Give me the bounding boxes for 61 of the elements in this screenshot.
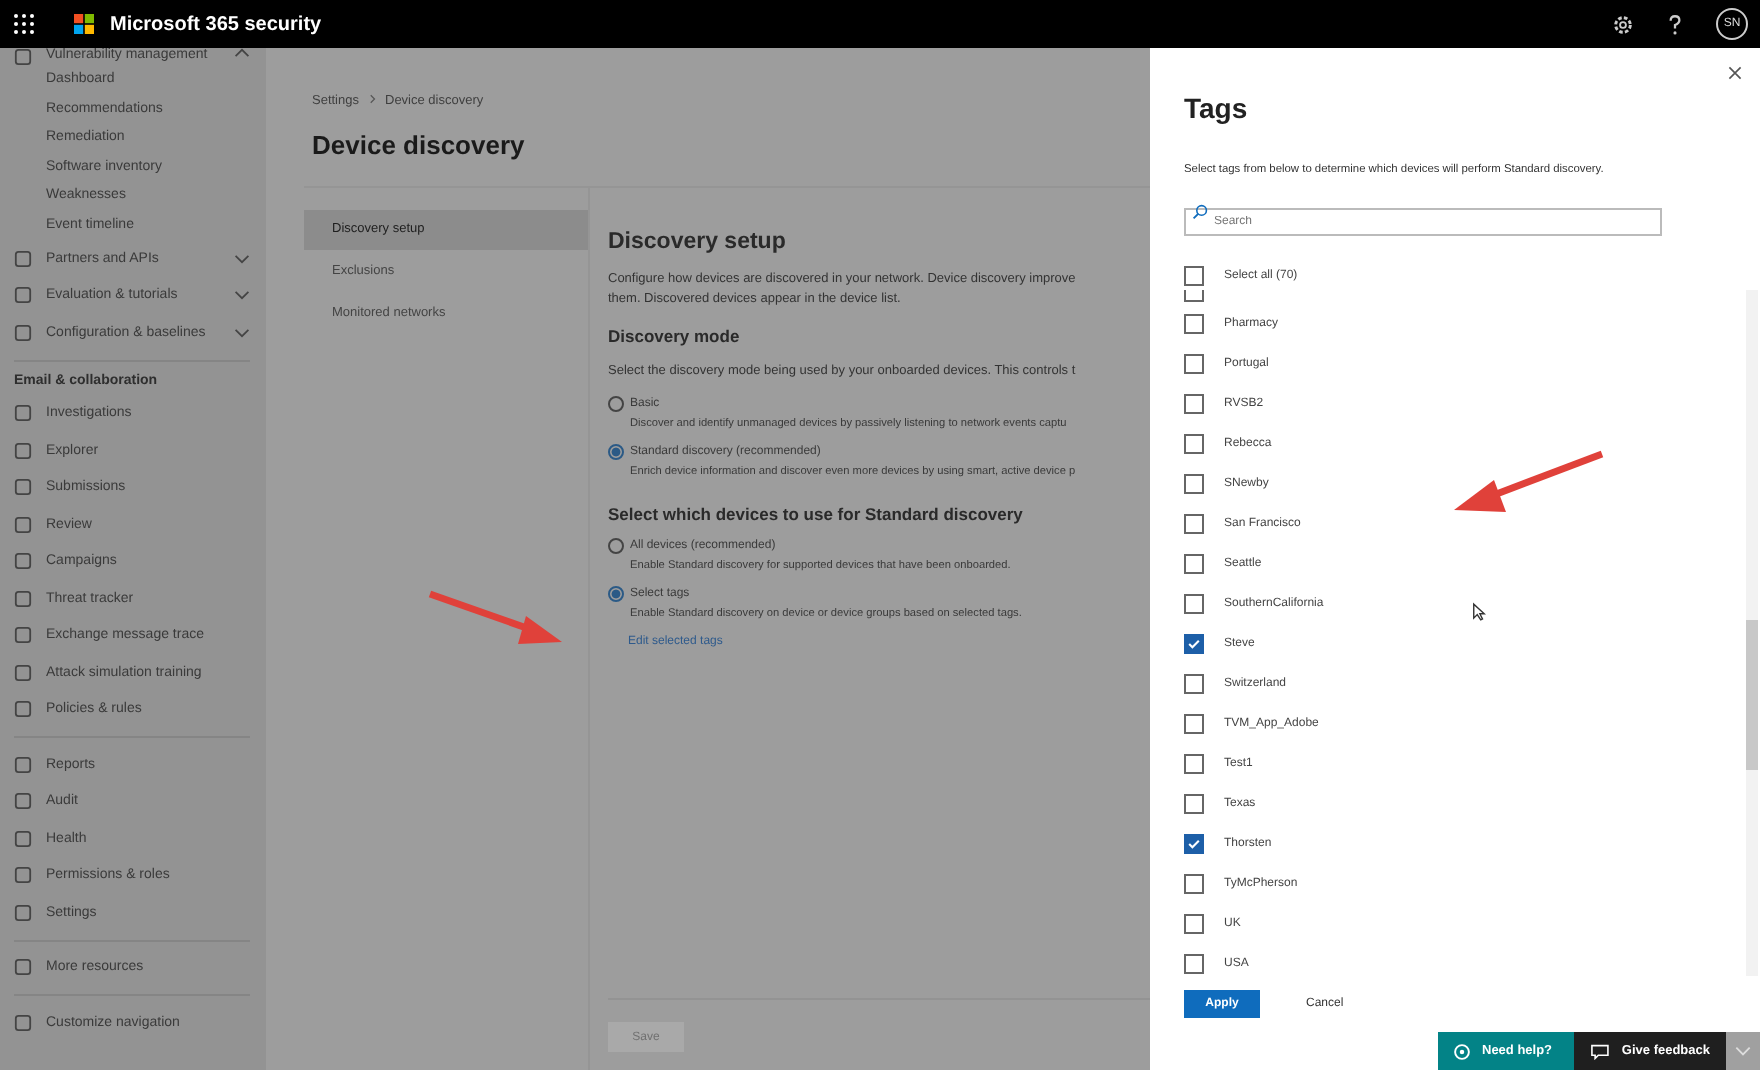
square-icon [14, 958, 32, 977]
square-icon [14, 903, 32, 922]
chat-bubble-icon [1590, 1043, 1610, 1059]
logo-icon [74, 14, 94, 34]
square-icon [14, 1013, 32, 1032]
checkbox[interactable] [1184, 434, 1204, 454]
checkbox[interactable] [1184, 594, 1204, 614]
checkbox[interactable] [1184, 514, 1204, 534]
checkbox[interactable] [1184, 554, 1204, 574]
section-title: Discovery setup [608, 230, 788, 254]
checkbox[interactable] [1184, 914, 1204, 934]
square-icon [14, 48, 32, 66]
square-icon [14, 441, 32, 460]
section-subtitle: Discovery mode [608, 326, 742, 346]
close-icon[interactable] [1728, 66, 1742, 80]
checkbox[interactable] [1184, 266, 1204, 286]
square-icon [14, 700, 32, 719]
square-icon [14, 663, 32, 682]
settings-icon[interactable] [1612, 13, 1634, 35]
checkbox[interactable] [1184, 354, 1204, 374]
square-icon [14, 323, 32, 342]
square-icon [14, 286, 32, 305]
square-icon [14, 829, 32, 848]
chevron-icon [369, 94, 375, 104]
help-icon[interactable] [1668, 13, 1682, 35]
checkbox[interactable] [1184, 954, 1204, 974]
scrollbar[interactable] [1746, 290, 1758, 976]
radio-button[interactable] [608, 537, 624, 553]
section-subtitle: Select which devices to use for Standard discovery [608, 503, 1025, 523]
square-icon [14, 589, 32, 608]
checkbox[interactable] [1184, 714, 1204, 734]
page-title: Device discovery [312, 130, 527, 160]
square-icon [14, 626, 32, 645]
square-icon [14, 404, 32, 423]
square-icon [14, 792, 32, 811]
app-title: Microsoft 365 security [110, 13, 322, 35]
square-icon [14, 755, 32, 774]
chevron-icon [1734, 1046, 1752, 1056]
panel-title: Tags [1184, 92, 1250, 124]
square-icon [14, 552, 32, 571]
square-icon [14, 249, 32, 268]
square-icon [14, 866, 32, 885]
mouse-cursor-icon [1472, 602, 1486, 622]
radio-button[interactable] [608, 585, 624, 601]
app-launcher-icon[interactable] [14, 14, 34, 34]
checkbox[interactable] [1184, 794, 1204, 814]
checkbox[interactable] [1184, 634, 1204, 654]
checkbox[interactable] [1184, 394, 1204, 414]
checkbox[interactable] [1184, 874, 1204, 894]
pointer-arrow [426, 588, 566, 648]
checkbox[interactable] [1184, 834, 1204, 854]
radio-button[interactable] [608, 395, 624, 411]
checkbox[interactable] [1184, 754, 1204, 774]
radio-button[interactable] [608, 443, 624, 459]
search-icon [1192, 204, 1208, 220]
square-icon [14, 478, 32, 497]
help-icon [1454, 1043, 1470, 1059]
checkbox[interactable] [1184, 314, 1204, 334]
square-icon [14, 515, 32, 534]
checkbox[interactable] [1184, 674, 1204, 694]
checkbox[interactable] [1184, 474, 1204, 494]
